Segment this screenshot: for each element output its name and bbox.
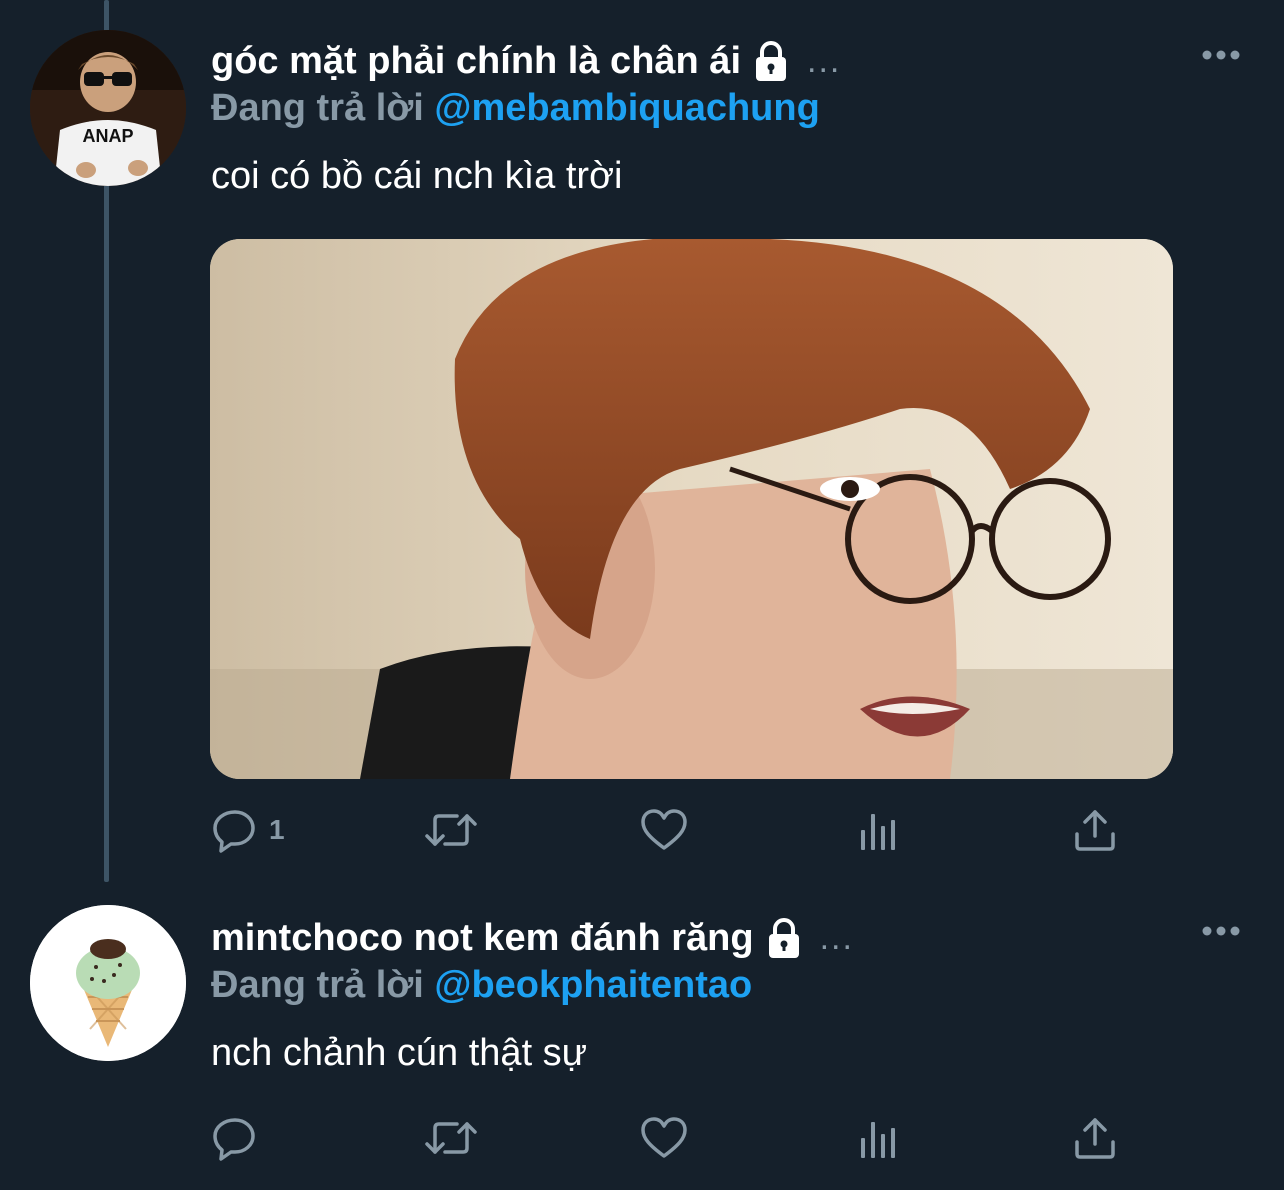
lock-icon [751, 39, 791, 83]
like-icon [641, 809, 687, 850]
avatar-shirt-text: ANAP [82, 126, 133, 146]
header-truncation: ... [819, 919, 854, 957]
reply-icon [213, 1118, 255, 1161]
reply-button[interactable]: 1 [211, 805, 285, 855]
analytics-button[interactable] [857, 805, 901, 855]
replying-to-label: Đang trả lời [211, 964, 424, 1006]
reply-button[interactable] [211, 1113, 269, 1163]
more-options-button[interactable] [1198, 40, 1244, 70]
retweet-button[interactable] [423, 1113, 489, 1163]
share-button[interactable] [1071, 805, 1119, 855]
tweet-actions [211, 1113, 1131, 1163]
display-name[interactable]: mintchoco not kem đánh răng [211, 915, 754, 961]
like-icon [641, 1117, 687, 1158]
tweet-text: coi có bồ cái nch kìa trời [211, 155, 623, 197]
replying-to: Đang trả lời @mebambiquachung [211, 85, 820, 131]
replying-to-label: Đang trả lời [211, 87, 424, 129]
tweet-header: mintchoco not kem đánh răng ... [211, 915, 854, 961]
tweet[interactable]: mintchoco not kem đánh răng ... Đang trả… [0, 880, 1284, 1190]
reply-count: 1 [269, 814, 285, 845]
like-button[interactable] [639, 805, 699, 855]
retweet-icon [425, 1122, 477, 1154]
more-icon [1202, 50, 1240, 60]
display-name[interactable]: góc mặt phải chính là chân ái [211, 38, 741, 84]
avatar[interactable] [30, 905, 186, 1061]
tweet-text: nch chảnh cún thật sự [211, 1032, 588, 1074]
share-icon [1075, 1118, 1115, 1159]
more-options-button[interactable] [1198, 916, 1244, 946]
tweet-header: góc mặt phải chính là chân ái ... [211, 38, 841, 84]
analytics-icon [861, 1122, 895, 1158]
analytics-icon [861, 814, 895, 850]
replying-to: Đang trả lời @beokphaitentao [211, 962, 752, 1008]
analytics-button[interactable] [857, 1113, 901, 1163]
timeline: ANAP góc mặt phải chính là chân ái ... Đ… [0, 0, 1284, 1190]
tweet-actions: 1 [211, 805, 1131, 855]
avatar[interactable]: ANAP [30, 30, 186, 186]
like-button[interactable] [639, 1113, 699, 1163]
retweet-button[interactable] [423, 805, 489, 855]
header-truncation: ... [807, 42, 842, 80]
replying-to-handle[interactable]: @mebambiquachung [434, 87, 819, 129]
tweet-media-image[interactable] [210, 239, 1173, 779]
share-icon [1075, 810, 1115, 851]
replying-to-handle[interactable]: @beokphaitentao [434, 964, 752, 1006]
lock-icon [764, 916, 804, 960]
retweet-icon [425, 814, 477, 846]
reply-icon [213, 810, 255, 853]
tweet[interactable]: ANAP góc mặt phải chính là chân ái ... Đ… [0, 0, 1284, 880]
more-icon [1202, 926, 1240, 936]
share-button[interactable] [1071, 1113, 1119, 1163]
